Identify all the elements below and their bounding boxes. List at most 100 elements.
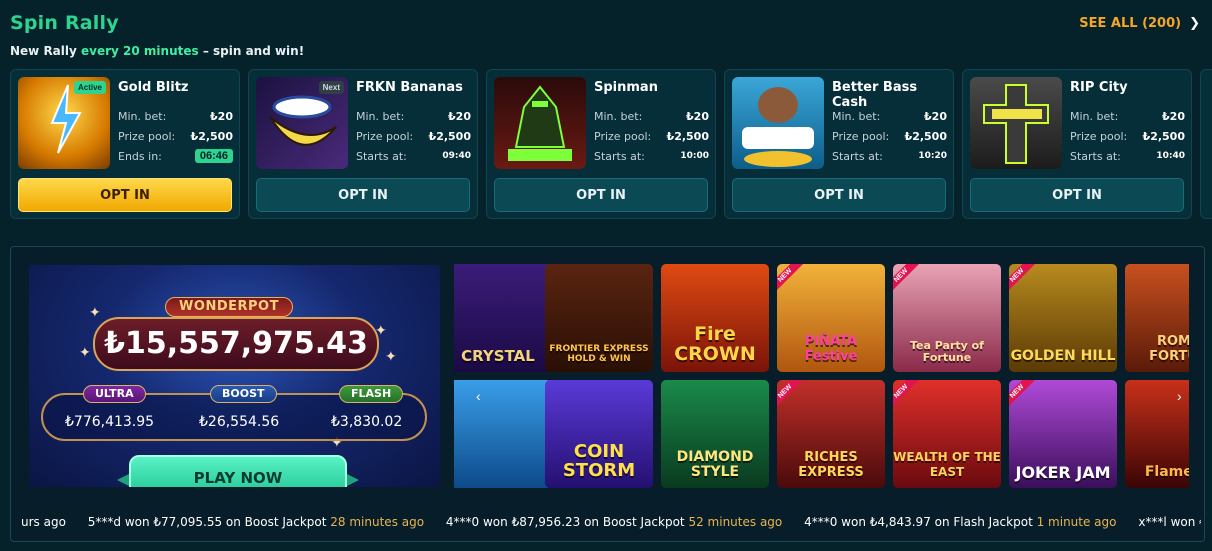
better-bass-art <box>742 87 814 167</box>
rally-stats: Min. bet: ₺20 Prize pool: ₺2,500 Starts at… <box>594 106 709 166</box>
see-all-label: SEE ALL (200) <box>1079 16 1182 31</box>
new-badge: NEW <box>1009 380 1037 411</box>
game-tile[interactable]: ROMA FORTUN <box>1125 264 1189 372</box>
game-tile[interactable]: NEW PIÑATA Festive <box>777 264 885 372</box>
prize-pool-label: Prize pool: <box>1070 129 1128 143</box>
chevron-right-icon: ❯ <box>1189 16 1200 31</box>
boost-tag: BOOST <box>210 385 277 403</box>
ticker-time: 1 minute ago <box>1036 515 1117 529</box>
see-all-link[interactable]: SEE ALL (200) ❯ <box>1079 16 1200 31</box>
countdown-timer: 06:46 <box>194 149 233 163</box>
game-thumbnail[interactable]: Active <box>18 77 110 169</box>
game-thumbnail[interactable] <box>494 77 586 169</box>
ticker-item: 4***0 won ₺87,956.23 on Boost Jackpot 52… <box>446 512 782 532</box>
rally-stats: Min. bet: ₺20 Prize pool: ₺2,500 Starts at… <box>832 106 947 166</box>
game-tile[interactable]: Fire CROWN <box>661 264 769 372</box>
rally-name: Spinman <box>594 80 658 95</box>
time-label: Starts at: <box>1070 149 1121 163</box>
game-title: Fire CROWN <box>674 323 756 365</box>
min-bet-value: ₺20 <box>210 109 233 123</box>
new-badge: NEW <box>777 380 805 411</box>
rally-card: RIP City Min. bet: ₺20 Prize pool: ₺2,500 … <box>962 69 1192 219</box>
flash-value: ₺3,830.02 <box>331 414 403 430</box>
start-time: 10:20 <box>918 151 947 161</box>
wonderpot-panel: ✦ ✦ ✦ ✦ ✦ ✦ WONDERPOT ₺15,557,975.43 ULT… <box>10 246 1205 542</box>
ticker-time: 52 minutes ago <box>688 515 783 529</box>
subtitle-highlight: every 20 minutes <box>81 44 199 58</box>
game-tile[interactable]: NEW WEALTH OF THE EAST <box>893 380 1001 488</box>
min-bet-label: Min. bet: <box>118 109 167 123</box>
game-thumbnail[interactable] <box>732 77 824 169</box>
min-bet-value: ₺20 <box>1162 109 1185 123</box>
wonderpot-label: WONDERPOT <box>165 297 293 317</box>
ticker-text: urs ago <box>21 515 66 529</box>
rally-stats: Min. bet: ₺20 Prize pool: ₺2,500 Starts at… <box>356 106 471 166</box>
min-bet-label: Min. bet: <box>594 109 643 123</box>
time-label: Starts at: <box>594 149 645 163</box>
prize-pool-value: ₺2,500 <box>904 129 947 143</box>
prize-pool-label: Prize pool: <box>832 129 890 143</box>
time-label: Starts at: <box>356 149 407 163</box>
sparkle-icon: ✦ <box>385 348 397 364</box>
game-title: DIAMOND STYLE <box>676 449 754 480</box>
game-thumbnail[interactable]: Next <box>256 77 348 169</box>
opt-in-button[interactable]: OPT IN <box>732 178 946 212</box>
game-title: FRONTIER EXPRESS HOLD & WIN <box>549 344 649 364</box>
min-bet-label: Min. bet: <box>1070 109 1119 123</box>
game-tile[interactable]: NEW RICHES EXPRESS <box>777 380 885 488</box>
start-time: 10:40 <box>1156 151 1185 161</box>
game-title: COIN STORM <box>562 441 636 481</box>
game-tile[interactable]: FRONTIER EXPRESS HOLD & WIN <box>545 264 653 372</box>
prize-pool-label: Prize pool: <box>356 129 414 143</box>
start-time: 10:00 <box>680 151 709 161</box>
ticker-item: 4***0 won ₺4,843.97 on Flash Jackpot 1 m… <box>804 512 1116 532</box>
ticker-text: 4***0 won ₺4,843.97 on Flash Jackpot <box>804 515 1037 529</box>
new-badge: NEW <box>893 380 921 411</box>
game-tile[interactable]: DIAMOND STYLE <box>661 380 769 488</box>
game-title: CRYSTAL <box>461 347 535 365</box>
section-title: Spin Rally <box>10 12 119 34</box>
rally-stats: Min. bet: ₺20 Prize pool: ₺2,500 Ends in: 0… <box>118 106 233 166</box>
ticker-text: x***l won ₺4,130.12 on Flash <box>1138 515 1201 529</box>
game-title: ROMA FORTUN <box>1149 334 1189 364</box>
min-bet-value: ₺20 <box>448 109 471 123</box>
game-thumbnail[interactable] <box>970 77 1062 169</box>
game-tile[interactable] <box>454 380 552 488</box>
rally-card-partial <box>1200 69 1212 219</box>
jackpot-tiers: ULTRA BOOST FLASH ₺776,413.95 ₺26,554.56… <box>41 385 427 441</box>
rally-card: Spinman Min. bet: ₺20 Prize pool: ₺2,500 S… <box>486 69 716 219</box>
ultra-value: ₺776,413.95 <box>65 414 155 430</box>
sparkle-icon: ✦ <box>79 344 91 360</box>
min-bet-label: Min. bet: <box>832 109 881 123</box>
opt-in-button[interactable]: OPT IN <box>18 178 232 212</box>
play-now-button[interactable]: PLAY NOW <box>129 455 347 487</box>
rip-city-art <box>983 84 1049 164</box>
opt-in-button[interactable]: OPT IN <box>494 178 708 212</box>
rally-name: Gold Blitz <box>118 80 189 95</box>
prize-pool-label: Prize pool: <box>594 129 652 143</box>
chevron-right-icon[interactable]: › <box>1177 388 1182 404</box>
game-tile[interactable]: NEW JOKER JAM <box>1009 380 1117 488</box>
rally-card: Next FRKN Bananas Min. bet: ₺20 Prize poo… <box>248 69 478 219</box>
chevron-left-icon[interactable]: ‹ <box>476 388 481 404</box>
game-title: RICHES EXPRESS <box>798 450 864 480</box>
game-title: JOKER JAM <box>1015 463 1111 482</box>
wonderpot-amount: ₺15,557,975.43 <box>93 317 379 371</box>
game-title: Tea Party of Fortune <box>910 339 984 364</box>
time-label: Ends in: <box>118 149 162 163</box>
rally-name: RIP City <box>1070 80 1128 95</box>
time-label: Starts at: <box>832 149 883 163</box>
new-badge: NEW <box>893 264 921 295</box>
opt-in-button[interactable]: OPT IN <box>256 178 470 212</box>
min-bet-value: ₺20 <box>924 109 947 123</box>
game-tile[interactable]: CRYSTAL <box>454 264 552 372</box>
new-badge: NEW <box>777 264 805 295</box>
game-tile[interactable]: NEW GOLDEN HILL <box>1009 264 1117 372</box>
prize-pool-value: ₺2,500 <box>666 129 709 143</box>
game-tile[interactable]: COIN STORM <box>545 380 653 488</box>
game-tile[interactable]: NEW Tea Party of Fortune <box>893 264 1001 372</box>
game-title: GOLDEN HILL <box>1010 348 1116 364</box>
status-badge: Active <box>73 81 106 94</box>
games-grid: CRYSTAL FRONTIER EXPRESS HOLD & WIN Fire… <box>454 264 1189 491</box>
opt-in-button[interactable]: OPT IN <box>970 178 1184 212</box>
